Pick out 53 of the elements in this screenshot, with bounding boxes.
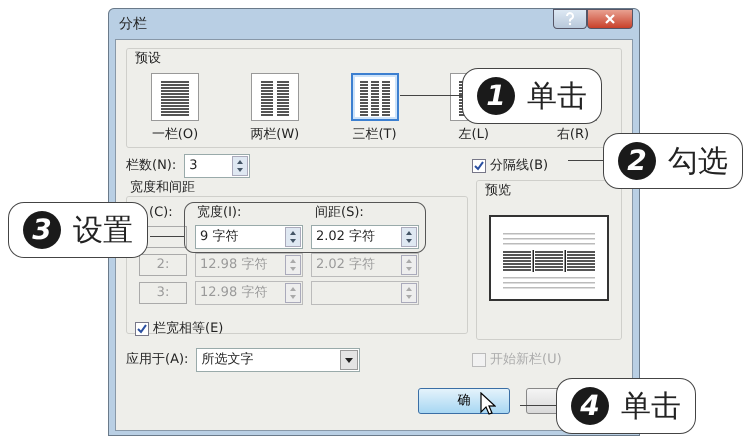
apply-dropdown[interactable]: 所选文字 xyxy=(196,348,360,372)
checkbox[interactable] xyxy=(472,159,486,173)
mouse-pointer-icon xyxy=(480,392,496,416)
field-label: 应用于(A): xyxy=(126,352,188,368)
checkbox-label: 开始新栏(U) xyxy=(490,352,562,368)
step-number: 2 xyxy=(618,142,656,180)
column-header: 宽度(I): xyxy=(197,205,242,221)
checkbox[interactable] xyxy=(135,322,149,336)
columns-field[interactable]: 3 xyxy=(184,154,250,178)
window-title: 分栏 xyxy=(118,14,147,34)
spin-icon[interactable] xyxy=(232,156,248,176)
preset-label: 右(R) xyxy=(556,127,590,143)
width-field: 12.98 字符 xyxy=(195,253,303,277)
ok-button[interactable]: 确 xyxy=(418,388,510,414)
preset-option[interactable] xyxy=(151,73,199,121)
callout-text: 单击 xyxy=(527,78,587,116)
step-number: 4 xyxy=(571,387,609,425)
leader-line xyxy=(150,236,184,237)
dropdown-caret-icon[interactable] xyxy=(340,350,358,370)
group-title: 预设 xyxy=(135,51,162,67)
width-field: 12.98 字符 xyxy=(195,281,303,305)
close-button[interactable] xyxy=(587,9,633,29)
callout-text: 设置 xyxy=(73,212,133,250)
checkbox-label: 分隔线(B) xyxy=(490,158,548,174)
group-title: 预览 xyxy=(484,183,512,199)
checkbox-label: 栏宽相等(E) xyxy=(153,321,224,337)
preset-option[interactable] xyxy=(250,73,299,121)
close-icon xyxy=(604,14,616,24)
column-number: 2: xyxy=(139,254,187,276)
help-icon xyxy=(565,12,575,26)
preset-label: 三栏(T) xyxy=(352,127,397,143)
spin-icon xyxy=(285,283,301,303)
column-header: (C): xyxy=(149,205,174,221)
preset-label: 两栏(W) xyxy=(250,127,300,143)
preset-option[interactable] xyxy=(350,73,398,121)
callout-text: 单击 xyxy=(621,388,681,426)
spin-icon xyxy=(401,255,417,275)
field-label: 栏数(N): xyxy=(126,158,176,174)
step-number: 1 xyxy=(477,77,515,115)
step-number: 3 xyxy=(23,211,61,249)
column-number: 3: xyxy=(139,282,187,304)
preset-label: 左(L) xyxy=(458,127,489,143)
column-header: 间距(S): xyxy=(315,205,365,221)
help-button[interactable] xyxy=(553,9,587,29)
spin-icon[interactable] xyxy=(401,227,417,247)
preset-label: 一栏(O) xyxy=(152,127,198,143)
spin-icon xyxy=(285,255,301,275)
spacing-field[interactable]: 2.02 字符 xyxy=(311,225,419,249)
width-field[interactable]: 9 字符 xyxy=(195,225,303,249)
callout-text: 勾选 xyxy=(668,142,728,180)
spacing-field: 2.02 字符 xyxy=(311,253,419,277)
spin-icon[interactable] xyxy=(285,227,301,247)
group-title: 宽度和间距 xyxy=(129,180,196,196)
